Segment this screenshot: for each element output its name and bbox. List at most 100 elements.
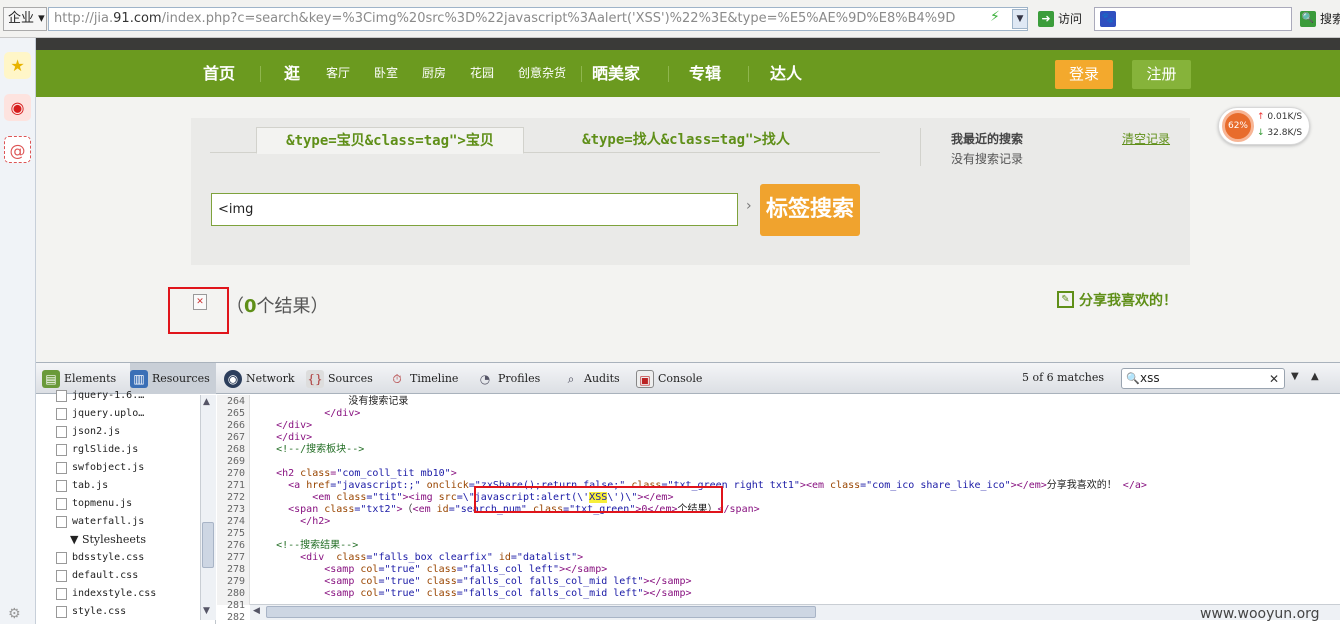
search-match-count: 5 of 6 matches — [1022, 371, 1104, 384]
file-item[interactable]: indexstyle.css — [56, 585, 156, 602]
file-icon — [56, 516, 67, 528]
profiles-icon: ◔ — [479, 372, 491, 386]
file-item[interactable]: jquery.uplo… — [56, 405, 144, 422]
visit-button[interactable]: ➜ 访问 — [1036, 9, 1082, 29]
tab-profiles[interactable]: ◔ Profiles — [476, 363, 541, 394]
nav-show-home[interactable]: 晒美家 — [592, 50, 640, 97]
tab-audits[interactable]: ⌕ Audits — [562, 363, 620, 394]
highlight-box-broken-image — [168, 287, 229, 334]
file-item[interactable]: waterfall.js — [56, 513, 144, 530]
clear-search-icon[interactable]: ✕ — [1269, 372, 1279, 386]
next-match-icon[interactable]: ▼ — [1291, 371, 1299, 382]
arrow-up-icon: ↑ — [1257, 112, 1265, 122]
browser-search-input[interactable]: 🐾 — [1094, 7, 1292, 31]
tab-items[interactable]: &type=宝贝&class=tag">宝贝 — [256, 127, 524, 154]
nav-bedroom[interactable]: 卧室 — [374, 50, 398, 97]
file-item[interactable]: style.css — [56, 603, 126, 620]
lightning-icon[interactable]: ⚡ — [990, 9, 1000, 25]
file-item[interactable]: bdsstyle.css — [56, 549, 144, 566]
nav-separator — [260, 66, 261, 82]
file-item[interactable]: swfobject.js — [56, 459, 144, 476]
devtools-search-input[interactable]: 🔍 xss — [1121, 368, 1285, 389]
console-icon: ▣ — [636, 370, 654, 388]
resources-icon: ▥ — [130, 370, 148, 388]
previous-match-icon[interactable]: ▲ — [1311, 371, 1319, 382]
code-line: <samp col="true" class="falls_col falls_… — [252, 576, 692, 587]
url-dropdown-button[interactable]: ▼ — [1012, 9, 1028, 29]
favorites-star-icon[interactable]: ★ — [4, 52, 31, 79]
nav-separator — [581, 66, 582, 82]
line-number: 266 — [226, 420, 245, 431]
share-like-link[interactable]: ✎ 分享我喜欢的！ — [1057, 290, 1177, 310]
file-item[interactable]: rglSlide.js — [56, 441, 138, 458]
file-item[interactable]: tab.js — [56, 477, 108, 494]
register-button[interactable]: 注册 — [1132, 60, 1191, 89]
line-number: 281 — [226, 600, 245, 611]
code-line: </div> — [252, 432, 313, 443]
email-icon[interactable]: @ — [4, 136, 31, 163]
panel-divider — [920, 128, 921, 166]
tag-search-button[interactable]: 标签搜索 — [760, 184, 860, 236]
audits-icon: ⌕ — [567, 372, 575, 386]
file-item[interactable]: jquery-1.6.… — [56, 387, 144, 404]
tab-timeline[interactable]: ⏱ Timeline — [388, 363, 458, 394]
go-arrow-icon: ➜ — [1038, 11, 1054, 27]
nav-separator — [668, 66, 669, 82]
elements-icon: ▤ — [42, 370, 60, 388]
file-icon — [56, 426, 67, 438]
code-scroll-thumb[interactable] — [266, 606, 816, 618]
file-icon — [56, 444, 67, 456]
site-top-strip — [36, 38, 1340, 50]
file-icon — [56, 570, 67, 582]
code-comment: <!--/搜索板块--> — [252, 444, 365, 455]
file-icon — [56, 588, 67, 600]
file-item[interactable]: default.css — [56, 567, 138, 584]
tab-network[interactable]: ◉ Network — [224, 363, 295, 394]
gear-icon[interactable]: ⚙ — [8, 606, 21, 622]
weibo-icon[interactable]: ◉ — [4, 94, 31, 121]
result-count: （0个结果） — [226, 296, 329, 317]
file-icon — [56, 462, 67, 474]
file-icon — [56, 606, 67, 618]
stylesheets-folder[interactable]: ▼ Stylesheets — [70, 531, 146, 548]
enterprise-dropdown[interactable]: 企业 ▾ — [3, 7, 47, 31]
file-tree-scrollbar[interactable] — [200, 395, 216, 620]
nav-creative-goods[interactable]: 创意杂货 — [518, 50, 566, 97]
tab-console[interactable]: ▣ Console — [636, 363, 702, 394]
file-item[interactable]: topmenu.js — [56, 495, 132, 512]
address-bar[interactable]: http://jia.91.com/index.php?c=search&key… — [48, 7, 1028, 31]
nav-experts[interactable]: 达人 — [770, 50, 802, 97]
tab-people[interactable]: &type=找人&class=tag">找人 — [526, 127, 846, 154]
file-icon — [56, 480, 67, 492]
watermark: www.wooyun.org — [1200, 606, 1320, 622]
scroll-left-icon[interactable]: ◀ — [253, 606, 260, 616]
nav-albums[interactable]: 专辑 — [689, 50, 721, 97]
nav-living-room[interactable]: 客厅 — [326, 50, 350, 97]
login-button[interactable]: 登录 — [1055, 60, 1113, 89]
browser-search-button[interactable]: 🔍 搜索 — [1300, 9, 1340, 29]
nav-kitchen[interactable]: 厨房 — [422, 50, 446, 97]
code-comment: <!--搜索结果--> — [252, 540, 359, 551]
file-item[interactable]: json2.js — [56, 423, 120, 440]
file-icon — [56, 498, 67, 510]
scroll-up-icon[interactable]: ▲ — [203, 397, 210, 407]
nav-garden[interactable]: 花园 — [470, 50, 494, 97]
file-icon — [56, 390, 67, 402]
file-icon — [56, 552, 67, 564]
line-number: 280 — [226, 588, 245, 599]
network-speed-widget[interactable]: 62% ↑ 0.01K/S ↓ 32.8K/S — [1218, 107, 1310, 145]
download-speed: ↓ 32.8K/S — [1257, 128, 1303, 138]
scroll-down-icon[interactable]: ▼ — [203, 606, 210, 616]
nav-browse[interactable]: 逛 — [284, 50, 300, 97]
nav-home[interactable]: 首页 — [203, 50, 235, 97]
network-icon: ◉ — [224, 370, 242, 388]
tag-search-input[interactable]: <img — [211, 193, 738, 226]
tab-sources[interactable]: {} Sources — [306, 363, 373, 394]
code-line: <samp col="true" class="falls_col left">… — [252, 564, 608, 575]
arrow-down-icon: ↓ — [1257, 128, 1265, 138]
code-line: <h2 class="com_coll_tit mb10"> — [252, 468, 457, 479]
line-number: 272 — [226, 492, 245, 503]
sources-icon: {} — [306, 370, 324, 388]
clear-history-link[interactable]: 清空记录 — [1122, 130, 1170, 147]
file-tree-scroll-thumb[interactable] — [202, 522, 214, 568]
